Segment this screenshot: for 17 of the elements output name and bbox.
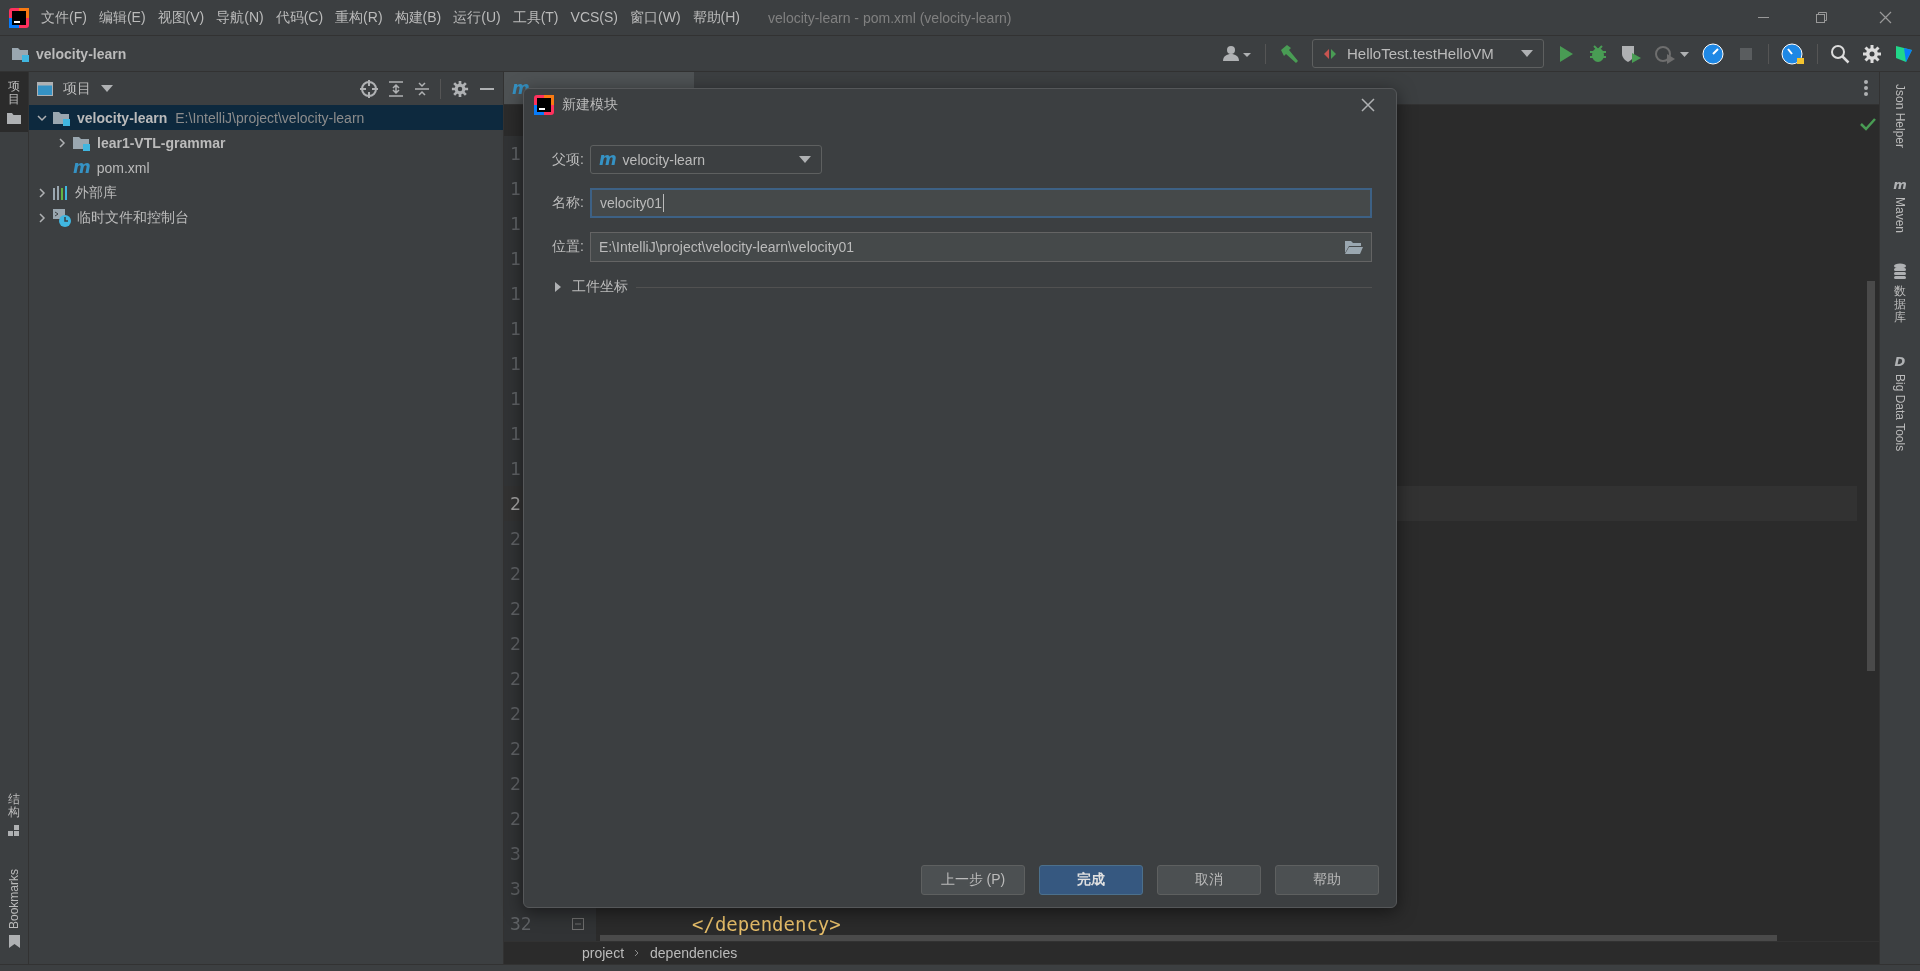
tree-item-label: velocity-learn bbox=[77, 109, 168, 126]
file-type-icon: m bbox=[598, 151, 617, 168]
tree-item-label: 临时文件和控制台 bbox=[77, 208, 189, 227]
file-type-icon: m bbox=[73, 159, 91, 176]
window-title: velocity-learn - pom.xml (velocity-learn) bbox=[768, 9, 1012, 26]
tool-window-icon: m bbox=[1893, 178, 1907, 192]
tree-item-label: pom.xml bbox=[96, 159, 150, 176]
field-label: 位置: bbox=[552, 238, 584, 256]
tool-window-icon: D bbox=[1894, 354, 1906, 368]
tree-item-label: lear1-VTL-grammar bbox=[97, 134, 226, 151]
module-path: E:\IntelliJ\project\velocity-learn bbox=[175, 109, 365, 126]
tree-item-label: 外部库 bbox=[75, 183, 117, 202]
field-label: 父项: bbox=[552, 150, 584, 169]
dialog-title: 新建模块 bbox=[562, 96, 618, 114]
line-number: 2 bbox=[510, 493, 521, 514]
code-line: </dependency> bbox=[692, 912, 841, 935]
field-label: 名称: bbox=[552, 194, 584, 212]
